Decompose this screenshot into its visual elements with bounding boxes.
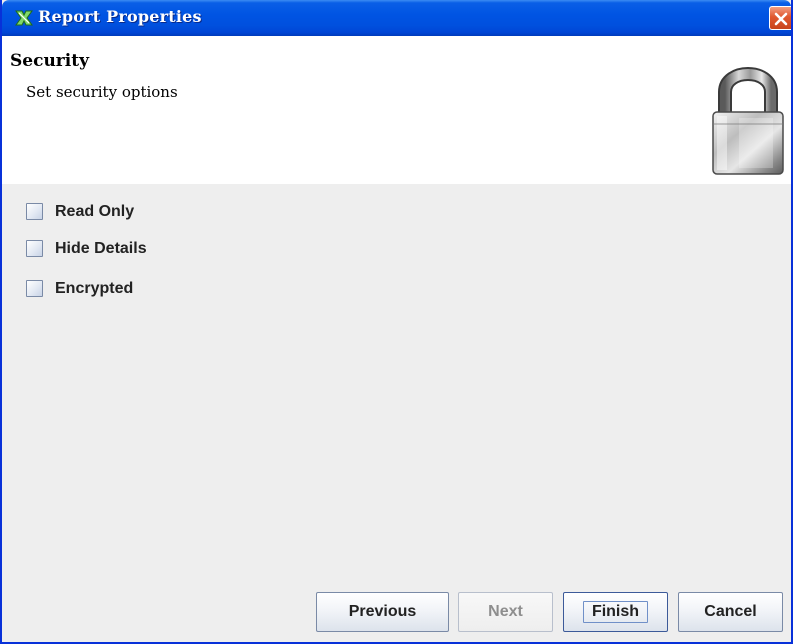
cancel-button[interactable]: Cancel <box>678 592 783 632</box>
hide-details-label: Hide Details <box>55 240 147 257</box>
next-button[interactable]: Next <box>458 592 553 632</box>
page-subtitle: Set security options <box>26 83 178 101</box>
page-title: Security <box>10 51 89 71</box>
next-button-label: Next <box>488 603 523 620</box>
finish-button[interactable]: Finish <box>563 592 668 632</box>
title-bar[interactable]: Report Properties <box>2 0 791 36</box>
wizard-header <box>2 36 791 184</box>
window-title: Report Properties <box>38 7 202 26</box>
finish-button-label: Finish <box>591 603 640 620</box>
hide-details-checkbox[interactable] <box>26 240 43 257</box>
previous-button[interactable]: Previous <box>316 592 449 632</box>
encrypted-label: Encrypted <box>55 280 134 297</box>
previous-button-label: Previous <box>348 603 417 620</box>
cancel-button-label: Cancel <box>704 603 757 620</box>
close-icon <box>774 12 788 26</box>
padlock-icon <box>709 62 787 176</box>
dialog-window: Report Properties Security Set security … <box>0 0 793 644</box>
read-only-label: Read Only <box>55 203 135 220</box>
report-designer-icon <box>14 8 34 28</box>
close-button[interactable] <box>769 6 791 30</box>
read-only-checkbox[interactable] <box>26 203 43 220</box>
encrypted-checkbox[interactable] <box>26 280 43 297</box>
